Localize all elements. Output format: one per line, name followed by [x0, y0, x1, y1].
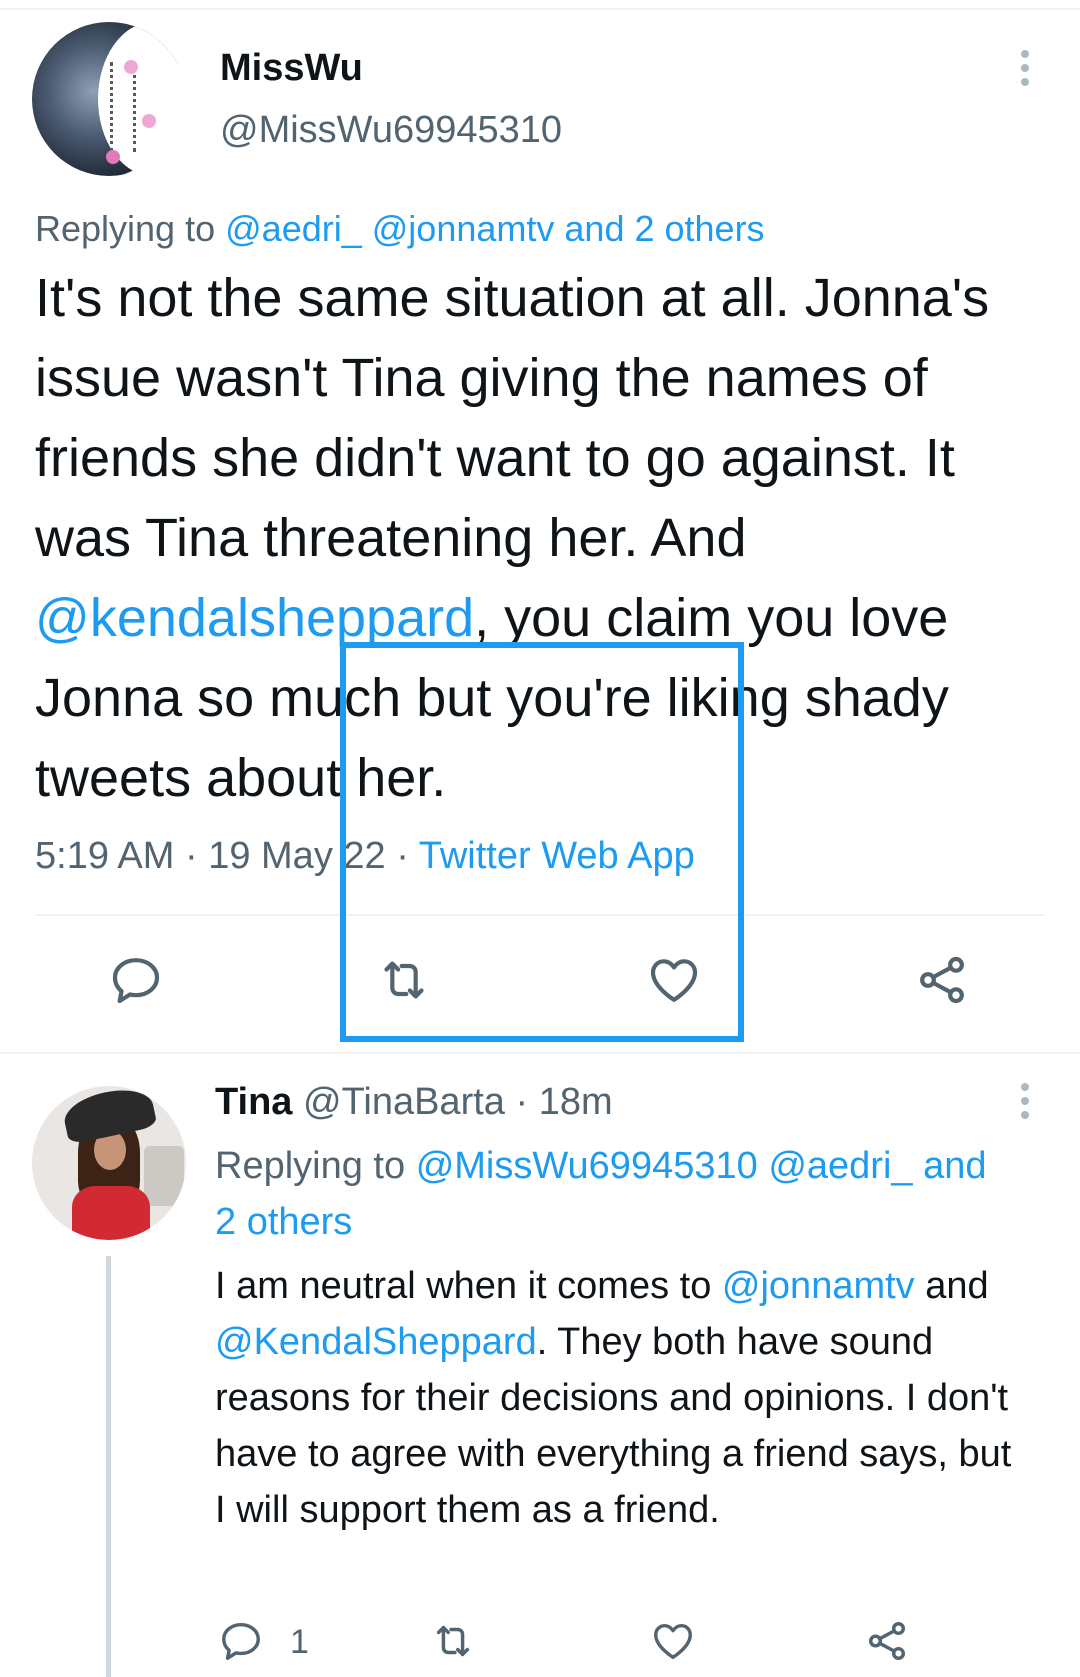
reply-icon[interactable]: [218, 1618, 264, 1664]
display-name[interactable]: Tina: [215, 1081, 292, 1123]
replying-label: Replying to: [35, 208, 216, 249]
mention-link[interactable]: @jonnamtv: [722, 1265, 915, 1307]
avatar[interactable]: [32, 22, 186, 176]
others-link[interactable]: and 2 others: [564, 208, 764, 249]
mention-link[interactable]: @kendalsheppard: [35, 588, 474, 648]
tweet-time[interactable]: 5:19 AM: [35, 835, 174, 877]
replying-to: Replying to @MissWu69945310 @aedri_ and …: [215, 1138, 1015, 1250]
mention-link[interactable]: @aedri_: [225, 208, 362, 249]
share-icon[interactable]: [864, 1618, 910, 1664]
highlight-box: [340, 642, 744, 1042]
mention-link[interactable]: @jonnamtv: [372, 208, 555, 249]
divider: [0, 1052, 1080, 1054]
replying-label: Replying to: [215, 1145, 406, 1187]
top-divider: [0, 8, 1080, 10]
mention-link[interactable]: @MissWu69945310: [416, 1145, 758, 1187]
more-options-icon[interactable]: [1020, 50, 1030, 88]
avatar[interactable]: [32, 1086, 186, 1240]
reply-icon[interactable]: [108, 952, 164, 1008]
mention-link[interactable]: @aedri_: [768, 1145, 912, 1187]
tweet-header: Tina @TinaBarta · 18m: [215, 1081, 613, 1123]
tweet-text: I am neutral when it comes to @jonnamtv …: [215, 1265, 1012, 1531]
like-icon[interactable]: [650, 1618, 696, 1664]
more-options-icon[interactable]: [1020, 1083, 1030, 1121]
replying-to: Replying to @aedri_ @jonnamtv and 2 othe…: [35, 206, 765, 252]
retweet-icon[interactable]: [430, 1618, 476, 1664]
mention-link[interactable]: @KendalSheppard: [215, 1321, 537, 1363]
user-handle[interactable]: @TinaBarta: [303, 1081, 505, 1123]
thread-line: [106, 1256, 111, 1677]
display-name[interactable]: MissWu: [220, 44, 363, 92]
share-icon[interactable]: [914, 952, 970, 1008]
user-handle[interactable]: @MissWu69945310: [220, 106, 562, 154]
reply-count: 1: [290, 1623, 309, 1661]
tweet-time[interactable]: 18m: [539, 1081, 613, 1123]
